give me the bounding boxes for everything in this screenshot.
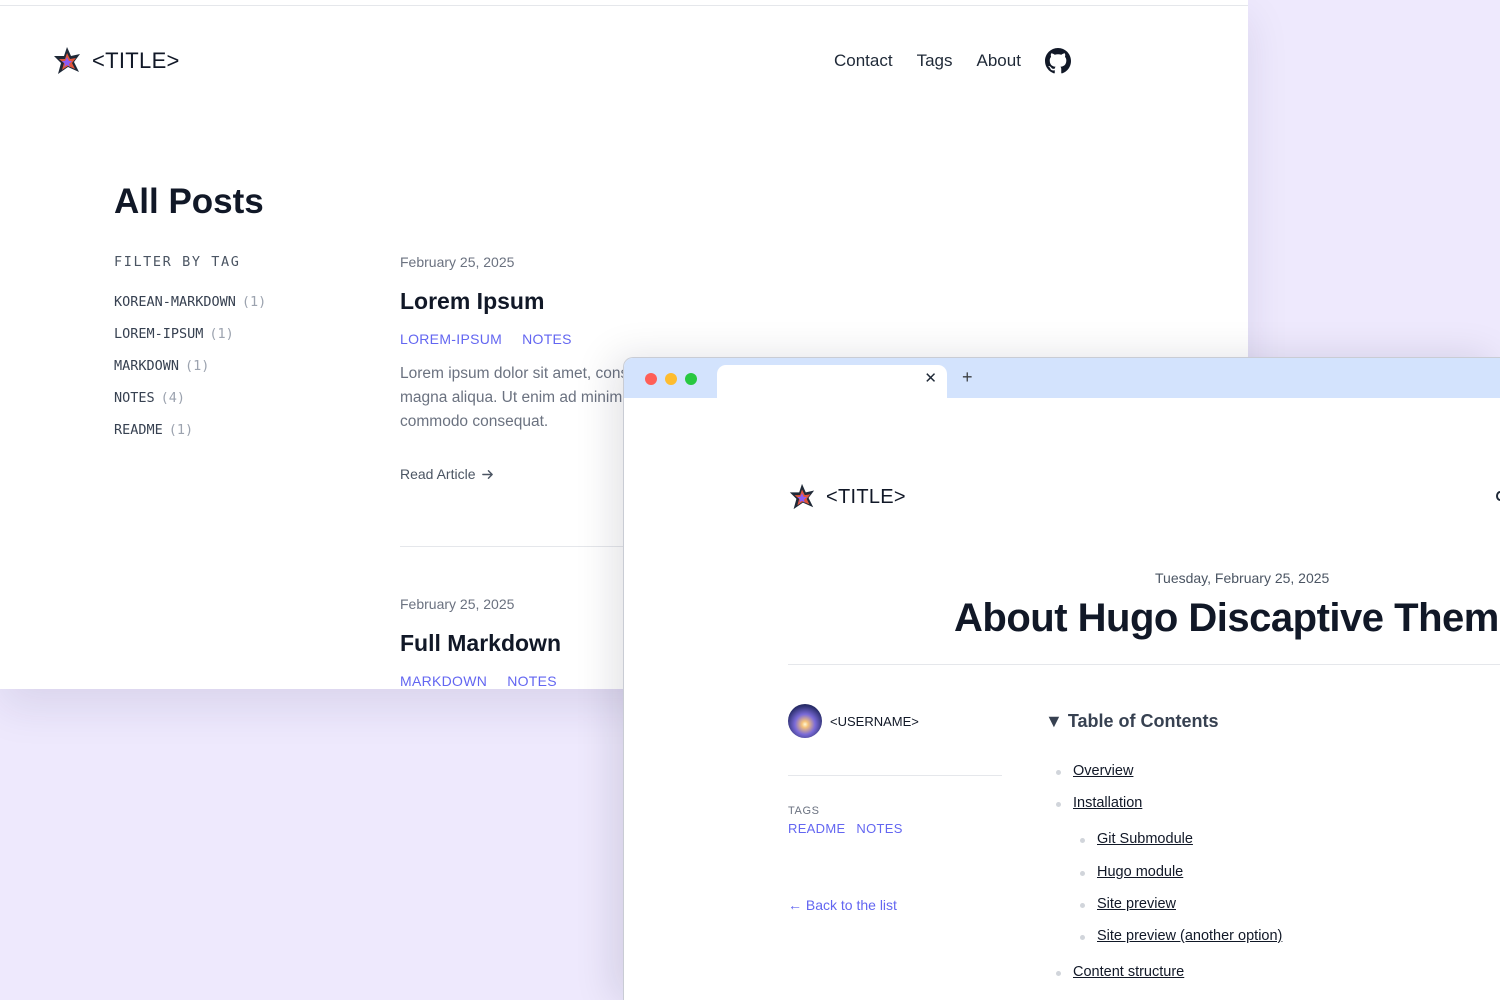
toc-bullet [1056, 971, 1061, 976]
sidebar-divider [788, 775, 1002, 776]
filter-tag-count: (1) [168, 422, 194, 438]
post-title[interactable]: Lorem Ipsum [400, 288, 1180, 315]
filter-tag-markdown[interactable]: MARKDOWN (1) [114, 358, 266, 390]
filter-tag-count: (1) [241, 294, 267, 310]
toc-bullet [1080, 935, 1085, 940]
plus-icon[interactable]: + [962, 367, 973, 388]
post-tags: LOREM-IPSUM NOTES [400, 331, 1180, 347]
filter-tag-name: KOREAN-MARKDOWN [114, 294, 236, 310]
browser-tab[interactable]: ✕ [717, 365, 947, 398]
maximize-window-button[interactable] [685, 373, 697, 385]
site-title: <TITLE> [826, 485, 906, 508]
page-title: All Posts [114, 182, 264, 221]
post-date: February 25, 2025 [400, 254, 515, 270]
article-tags: README NOTES [788, 821, 903, 836]
close-window-button[interactable] [645, 373, 657, 385]
site-logo[interactable]: <TITLE> [52, 46, 180, 76]
filter-tag-readme[interactable]: README (1) [114, 422, 266, 454]
filter-tag-notes[interactable]: NOTES (4) [114, 390, 266, 422]
filter-tag-count: (4) [160, 390, 186, 406]
minimize-window-button[interactable] [665, 373, 677, 385]
post-tag[interactable]: NOTES [507, 673, 557, 689]
filter-tag-name: LOREM-IPSUM [114, 326, 204, 342]
nav-tags[interactable]: Tags [917, 51, 953, 71]
tags-label: TAGS [788, 805, 820, 817]
article-title: About Hugo Discaptive Theme [954, 596, 1500, 640]
toc-bullet [1080, 871, 1085, 876]
article-tag[interactable]: NOTES [856, 821, 902, 836]
close-icon[interactable]: ✕ [924, 369, 937, 387]
article-date: Tuesday, February 25, 2025 [1155, 570, 1330, 586]
title-divider [788, 664, 1500, 665]
post-tag[interactable]: MARKDOWN [400, 673, 487, 689]
filter-tag-name: README [114, 422, 163, 438]
nav-stub[interactable] [1496, 491, 1500, 501]
toc-item-overview[interactable]: Overview [1073, 763, 1133, 779]
star-logo-icon [52, 46, 82, 76]
toc-bullet [1056, 802, 1061, 807]
avatar [788, 704, 822, 738]
filter-label: FILTER BY TAG [114, 254, 241, 270]
toc-title[interactable]: ▼ Table of Contents [1045, 711, 1218, 732]
author-name: <USERNAME> [830, 713, 919, 729]
toc-item-content-structure[interactable]: Content structure [1073, 964, 1184, 980]
article-tag[interactable]: README [788, 821, 845, 836]
github-icon[interactable] [1044, 48, 1071, 74]
star-logo-icon [788, 483, 816, 511]
toc-bullet [1080, 838, 1085, 843]
site-logo[interactable]: <TITLE> [788, 483, 906, 511]
post-tag[interactable]: NOTES [522, 331, 572, 347]
arrow-right-icon [481, 468, 494, 481]
nav-contact[interactable]: Contact [834, 51, 893, 71]
tag-filter: FILTER BY TAG KOREAN-MARKDOWN (1) LOREM-I… [114, 254, 266, 454]
nav-about[interactable]: About [977, 51, 1021, 71]
post-tag[interactable]: LOREM-IPSUM [400, 331, 502, 347]
filter-tag-name: NOTES [114, 390, 155, 406]
filter-tag-count: (1) [209, 326, 234, 342]
author: <USERNAME> [788, 704, 919, 738]
browser-window: ✕ + <TITLE> Tuesday, February 25, 2025 A… [623, 357, 1500, 1000]
toc-item-git-submodule[interactable]: Git Submodule [1097, 831, 1193, 847]
toc-bullet [1080, 903, 1085, 908]
toc-item-site-preview-alt[interactable]: Site preview (another option) [1097, 928, 1282, 944]
toc-bullet [1056, 770, 1061, 775]
toc-item-installation[interactable]: Installation [1073, 795, 1142, 811]
site-title: <TITLE> [92, 48, 180, 73]
toc-item-site-preview[interactable]: Site preview [1097, 896, 1176, 912]
tab-bar: ✕ + [624, 358, 1500, 398]
main-nav: Contact Tags About [834, 48, 1071, 74]
top-divider [0, 5, 1248, 6]
read-article-label: Read Article [400, 466, 476, 482]
toc-item-hugo-module[interactable]: Hugo module [1097, 864, 1183, 880]
filter-tag-lorem-ipsum[interactable]: LOREM-IPSUM (1) [114, 326, 266, 358]
back-to-list-link[interactable]: ← Back to the list [788, 897, 897, 913]
filter-tag-korean-markdown[interactable]: KOREAN-MARKDOWN (1) [114, 294, 266, 326]
filter-tag-name: MARKDOWN [114, 358, 180, 374]
filter-tag-count: (1) [185, 358, 210, 374]
